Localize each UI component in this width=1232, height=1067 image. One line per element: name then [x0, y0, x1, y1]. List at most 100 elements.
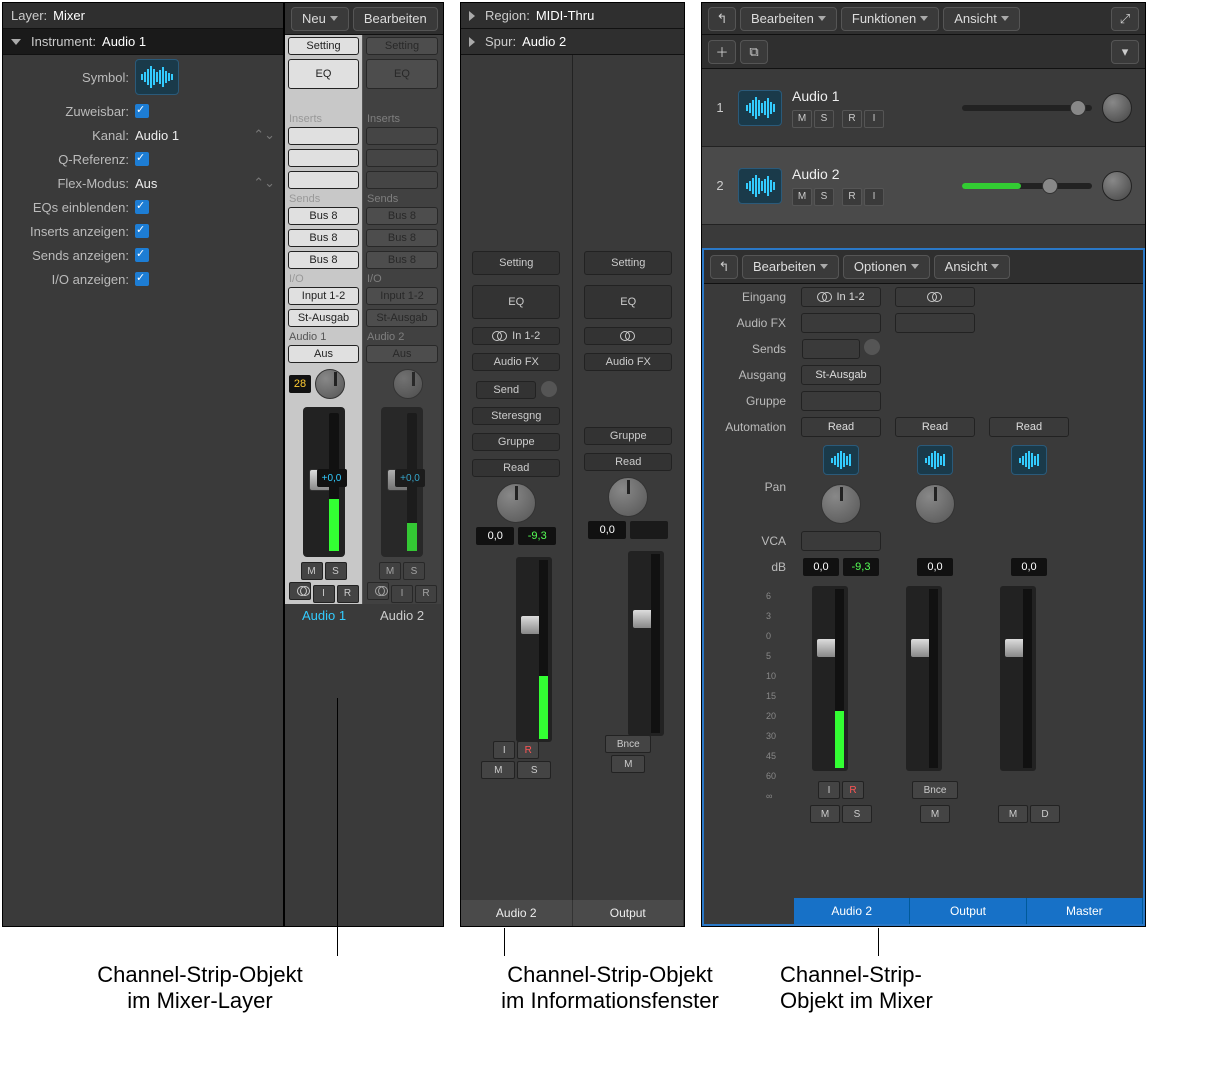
msri-buttons[interactable]: MSRI: [792, 110, 952, 128]
input-slot[interactable]: In 1-2: [472, 327, 560, 345]
volume-slider[interactable]: [962, 183, 1092, 189]
send-slot[interactable]: Bus 8: [288, 229, 359, 247]
checkbox[interactable]: [135, 200, 149, 214]
pan-knob[interactable]: [496, 483, 536, 523]
input-slot[interactable]: In 1-2: [801, 287, 881, 307]
setting-slot[interactable]: Setting: [366, 37, 438, 55]
fader[interactable]: +0,0: [381, 407, 423, 557]
region-header[interactable]: Region: MIDI-Thru: [461, 3, 684, 29]
input-slot[interactable]: Input 1-2: [288, 287, 359, 305]
disclosure-icon[interactable]: [469, 37, 475, 47]
view-menu[interactable]: Ansicht: [943, 7, 1020, 31]
info-strip-2[interactable]: Setting EQ Audio FX Gruppe Read 0,0 Bnce…: [573, 55, 685, 905]
automation-slot[interactable]: Read: [895, 417, 975, 437]
pan-knob[interactable]: [1102, 171, 1132, 201]
info-strip-1[interactable]: Setting EQ In 1-2 Audio FX Send Steresgn…: [461, 55, 573, 905]
mute-button[interactable]: M: [481, 761, 515, 779]
audiofx-slot[interactable]: [895, 313, 975, 333]
channel-strip-2[interactable]: Setting EQ Inserts Sends Bus 8 Bus 8 Bus…: [363, 35, 441, 604]
mute-button[interactable]: M: [998, 805, 1028, 823]
audiofx-slot[interactable]: Audio FX: [584, 353, 672, 371]
fader[interactable]: [516, 557, 552, 742]
waveform-icon[interactable]: [738, 168, 782, 204]
snap-icon[interactable]: ⤢: [1111, 7, 1139, 31]
input-monitor-button[interactable]: I: [493, 741, 515, 759]
record-button[interactable]: R: [415, 585, 437, 603]
channel-strip-1[interactable]: Setting EQ Inserts Sends Bus 8 Bus 8 Bus…: [285, 35, 363, 604]
solo-button[interactable]: S: [403, 562, 425, 580]
record-button[interactable]: R: [517, 741, 539, 759]
param-value[interactable]: Aus: [135, 176, 157, 191]
automation-slot[interactable]: Read: [472, 459, 560, 477]
mute-button[interactable]: M: [920, 805, 950, 823]
mixer-edit-menu[interactable]: Bearbeiten: [742, 255, 839, 279]
automation-slot[interactable]: Read: [989, 417, 1069, 437]
solo-button[interactable]: S: [842, 805, 872, 823]
group-slot[interactable]: Aus: [366, 345, 438, 363]
volume-slider[interactable]: [962, 105, 1092, 111]
mute-button[interactable]: M: [301, 562, 323, 580]
disclosure-icon[interactable]: [11, 39, 21, 45]
record-button[interactable]: R: [337, 585, 359, 603]
send-slot[interactable]: Bus 8: [288, 251, 359, 269]
param-value[interactable]: Audio 1: [135, 128, 179, 143]
edit-menu[interactable]: Bearbeiten: [353, 7, 438, 31]
insert-slot[interactable]: [366, 127, 438, 145]
duplicate-track-button[interactable]: ⧉: [740, 40, 768, 64]
send-slot[interactable]: Bus 8: [366, 229, 438, 247]
waveform-icon[interactable]: [738, 90, 782, 126]
send-slot[interactable]: Bus 8: [366, 207, 438, 225]
automation-slot[interactable]: Read: [801, 417, 881, 437]
output-slot[interactable]: St-Ausgab: [288, 309, 359, 327]
send-slot[interactable]: Bus 8: [366, 251, 438, 269]
vca-slot[interactable]: [801, 531, 881, 551]
strip-name[interactable]: Audio 2: [363, 604, 441, 627]
eq-slot[interactable]: EQ: [584, 285, 672, 319]
insert-slot[interactable]: [288, 127, 359, 145]
audiofx-slot[interactable]: Audio FX: [472, 353, 560, 371]
stereo-out-slot[interactable]: Steresgng: [472, 407, 560, 425]
pan-knob[interactable]: [821, 484, 861, 524]
add-track-button[interactable]: ＋: [708, 40, 736, 64]
mute-button[interactable]: M: [611, 755, 645, 773]
stereo-icon[interactable]: [367, 582, 389, 600]
group-slot[interactable]: Gruppe: [472, 433, 560, 451]
checkbox[interactable]: [135, 248, 149, 262]
send-slot[interactable]: Send: [476, 381, 536, 399]
input-monitor-button[interactable]: I: [391, 585, 413, 603]
send-slot[interactable]: Bus 8: [288, 207, 359, 225]
insert-slot[interactable]: [366, 149, 438, 167]
bounce-button[interactable]: Bnce: [605, 735, 651, 753]
group-slot[interactable]: Aus: [288, 345, 359, 363]
waveform-icon[interactable]: [1011, 445, 1047, 475]
group-slot[interactable]: [801, 391, 881, 411]
audiofx-slot[interactable]: [801, 313, 881, 333]
pan-knob[interactable]: [1102, 93, 1132, 123]
output-slot[interactable]: St-Ausgab: [801, 365, 881, 385]
fader[interactable]: [906, 586, 942, 771]
back-icon[interactable]: ↰: [708, 7, 736, 31]
pan-knob[interactable]: [915, 484, 955, 524]
solo-button[interactable]: S: [325, 562, 347, 580]
fader[interactable]: [1000, 586, 1036, 771]
setting-slot[interactable]: Setting: [584, 251, 672, 275]
mute-button[interactable]: M: [379, 562, 401, 580]
checkbox[interactable]: [135, 104, 149, 118]
pan-knob[interactable]: [608, 477, 648, 517]
send-knob[interactable]: [864, 339, 880, 355]
waveform-icon[interactable]: [135, 59, 179, 95]
input-monitor-button[interactable]: I: [818, 781, 840, 799]
strip-name[interactable]: Audio 1: [285, 604, 363, 627]
fader[interactable]: [812, 586, 848, 771]
mute-button[interactable]: M: [810, 805, 840, 823]
strip-name[interactable]: Audio 2: [461, 900, 573, 926]
eq-slot[interactable]: EQ: [288, 59, 359, 89]
functions-menu[interactable]: Funktionen: [841, 7, 939, 31]
mixer-view-menu[interactable]: Ansicht: [934, 255, 1011, 279]
checkbox[interactable]: [135, 224, 149, 238]
setting-slot[interactable]: Setting: [472, 251, 560, 275]
stereo-icon[interactable]: [289, 582, 311, 600]
mixer-strip-name[interactable]: Audio 2: [794, 898, 910, 924]
edit-menu[interactable]: Bearbeiten: [740, 7, 837, 31]
send-knob[interactable]: [541, 381, 557, 397]
